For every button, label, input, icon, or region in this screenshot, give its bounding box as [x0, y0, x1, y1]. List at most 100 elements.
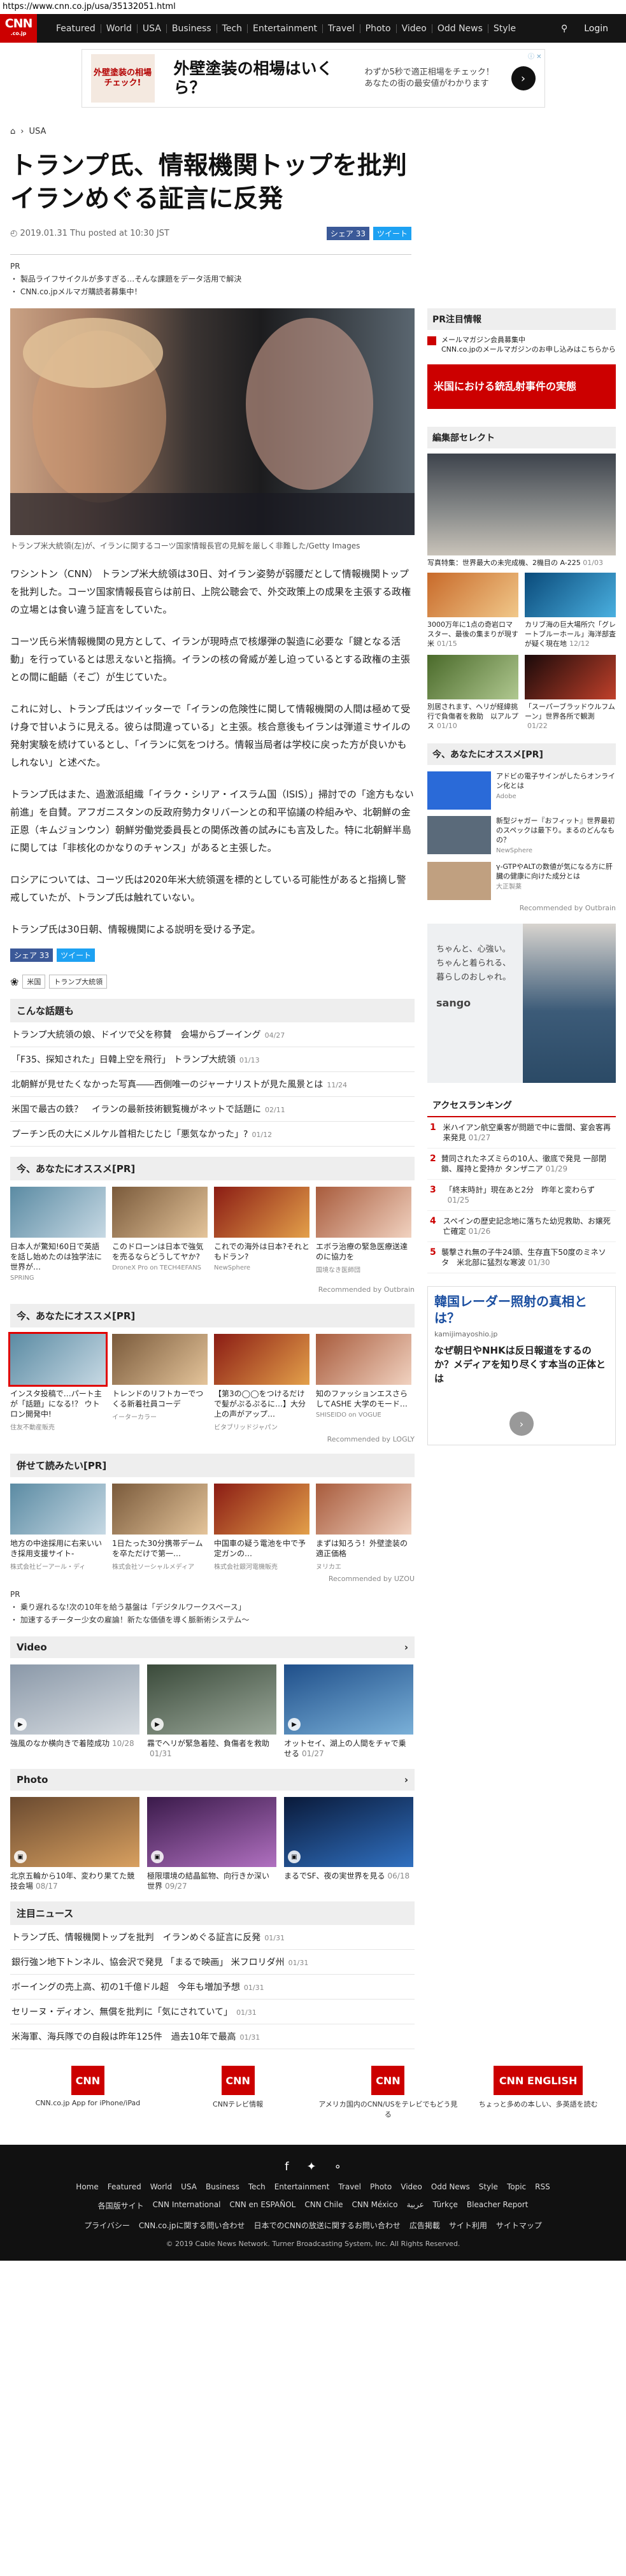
ad-title[interactable]: 外壁塗装の相場はいくら？	[174, 59, 339, 97]
pr-link[interactable]: ・ 乗り遅れるな!次の10年を給う基盤は「デジタルワークスペース」	[10, 1601, 415, 1614]
ad-arrow-icon[interactable]: ›	[511, 66, 536, 90]
footer-link[interactable]: サイト利用	[449, 2220, 487, 2231]
rec-card[interactable]: まずは知ろう！外壁塗装の適正価格 ヌリカエ	[316, 1484, 411, 1571]
news-item[interactable]: 米海軍、海兵隊での自殺は昨年125件 過去10年で最高 01/31	[10, 2024, 415, 2049]
news-item[interactable]: 米国で最古の鉄？ イランの最新技術観覧機がネットで話題に 02/11	[10, 1097, 415, 1122]
editor-grid-item[interactable]: 「スーパーブラッドウルフムーン」世界各所で観測 01/22	[525, 655, 616, 731]
rec-card[interactable]: これでの海外は日本?それともドラン? NewSphere	[214, 1187, 309, 1282]
footer-link[interactable]: 日本でのCNNの放送に関するお問い合わせ	[254, 2220, 401, 2231]
breadcrumb-usa[interactable]: USA	[29, 127, 46, 136]
footer-link[interactable]: عربية	[407, 2200, 424, 2211]
editor-main-image[interactable]	[427, 454, 616, 555]
footer-link[interactable]: CNN Chile	[304, 2200, 343, 2211]
footer-link[interactable]: RSS	[535, 2182, 550, 2191]
chevron-right-icon[interactable]: ›	[404, 1642, 408, 1653]
facebook-share-button[interactable]: シェア 33	[10, 948, 53, 962]
footer-link[interactable]: CNN en ESPAÑOL	[229, 2200, 295, 2211]
footer-logo-item[interactable]: CNN ENGLISH ちょっと多めの本しい、多英語を読む	[468, 2066, 608, 2119]
footer-link[interactable]: World	[150, 2182, 172, 2191]
rec-card[interactable]: このドローンは日本で強気を売るならどうしてヤか? DroneX Pro on TE…	[112, 1187, 208, 1282]
editor-grid-item[interactable]: カリブ海の巨大場所穴「グレートブルーホール」海洋部査が疑く現在地 12/12	[525, 573, 616, 648]
rec-card[interactable]: 日本人が驚知!60日で英語を話し始めたのは独学法に世界が… SPRING	[10, 1187, 106, 1282]
rec1-attribution[interactable]: Recommended by Outbrain	[10, 1285, 415, 1294]
ranking-item[interactable]: 3 「終末時計」現在あと2分 昨年と変わらず 01/25	[427, 1180, 616, 1211]
editor-grid-item[interactable]: 3000万年に1点の奇岩ロマスター、最後の集まりが現す米 01/15	[427, 573, 518, 648]
sidebar-ad-bottom[interactable]: 韓国レーダー照射の真相とは？ kamijimayoshio.jp なぜ朝日やNH…	[427, 1286, 616, 1445]
rec-card[interactable]: トレンドのリフトカーでつくる新着社員コーデ イーターカラー	[112, 1334, 208, 1431]
facebook-share-button[interactable]: シェア 33	[326, 227, 369, 240]
sidebar-rec-item[interactable]: 新型ジャガー『おフィット』世界最初のスペックは最下り。まるのどんなもの？ NewS…	[427, 816, 616, 855]
feature-banner[interactable]: 米国における銃乱射事件の実態	[427, 364, 616, 409]
nav-item-6[interactable]: Travel	[323, 24, 360, 33]
nav-item-7[interactable]: Photo	[360, 24, 397, 33]
news-item[interactable]: ボーイングの売上高、初の1千億ドル超 今年も増加予想 01/31	[10, 1975, 415, 2000]
footer-link[interactable]: 各国版サイト	[98, 2200, 144, 2211]
footer-link[interactable]: 広告掲載	[409, 2220, 440, 2231]
ranking-item[interactable]: 5 襲撃され無の子牛24頭、生存直下50度のミネソタ 米北部に猛烈な寒波 01/30	[427, 1242, 616, 1273]
rss-icon[interactable]: ∘	[334, 2160, 341, 2173]
ad-arrow-icon[interactable]: ›	[509, 1412, 534, 1436]
ad-info-icon[interactable]: ⓘ ✕	[528, 51, 542, 61]
footer-link[interactable]: Video	[401, 2182, 422, 2191]
footer-link[interactable]: サイトマップ	[496, 2220, 542, 2231]
video-item[interactable]: ▶ オットセイ、湖上の人間をチャで乗せる 01/27	[284, 1664, 413, 1759]
footer-link[interactable]: プライバシー	[84, 2220, 130, 2231]
editor-main-title[interactable]: 写真特集：世界最大の未完成機、2機目の A-225 01/03	[427, 558, 616, 568]
footer-link[interactable]: Entertainment	[274, 2182, 330, 2191]
footer-link[interactable]: USA	[181, 2182, 197, 2191]
twitter-share-button[interactable]: ツイート	[57, 948, 96, 962]
footer-link[interactable]: Home	[76, 2182, 98, 2191]
twitter-icon[interactable]: ✦	[306, 2160, 316, 2173]
twitter-share-button[interactable]: ツイート	[373, 227, 411, 240]
newsletter-promo[interactable]: メールマガジン会員募集中 CNN.co.jpのメールマガジンのお申し込みはこちら…	[427, 335, 616, 354]
rec-card[interactable]: 中国車の疑う電池を中で予定ガンの… 株式会社銀河電機販売	[214, 1484, 309, 1571]
footer-link[interactable]: Bleacher Report	[467, 2200, 528, 2211]
footer-logo-item[interactable]: CNN CNNテレビ情報	[168, 2066, 308, 2119]
sidebar-ad-mid[interactable]: ちゃんと、心強い。ちゃんと着られる、暮らしのおしゃれ。 sango	[427, 924, 616, 1083]
footer-link[interactable]: Odd News	[431, 2182, 470, 2191]
rec-card[interactable]: 地方の中途採用に右来いいき採用支援サイト- 株式会社ビーアール・ディ	[10, 1484, 106, 1571]
rec3-attribution[interactable]: Recommended by UZOU	[10, 1575, 415, 1583]
facebook-icon[interactable]: f	[285, 2160, 288, 2173]
news-item[interactable]: 北朝鮮が見せたくなかった写真――西側唯一のジャーナリストが見た風景とは 11/24	[10, 1072, 415, 1097]
pr-link[interactable]: ・ 製品ライフサイクルが多すぎる…そんな課題をデータ活用で解決	[10, 273, 616, 285]
ranking-item[interactable]: 4 スペインの歴史記念地に落ちた幼児救助、お嬢死亡確定 01/26	[427, 1211, 616, 1242]
footer-link[interactable]: Topic	[507, 2182, 526, 2191]
sidebar-rec-item[interactable]: アドビの電子サインがしたらオンライン化とは Adobe	[427, 771, 616, 810]
photo-item[interactable]: ▣ 極限環境の結晶鉱物、向行きか深い世界 09/27	[147, 1797, 276, 1891]
nav-item-5[interactable]: Entertainment	[248, 24, 324, 33]
footer-link[interactable]: Featured	[108, 2182, 141, 2191]
footer-logo-item[interactable]: CNN CNN.co.jp App for iPhone/iPad	[18, 2066, 158, 2119]
news-item[interactable]: トランプ氏、情報機関トップを批判 イランめぐる証言に反発 01/31	[10, 1925, 415, 1950]
news-item[interactable]: プーチン氏の大にメルケル首相たじたじ「悪気なかった」? 01/12	[10, 1122, 415, 1147]
article-tag[interactable]: 米国	[22, 975, 46, 989]
footer-link[interactable]: CNN.co.jpに関する問い合わせ	[139, 2220, 245, 2231]
address-bar[interactable]: https://www.cnn.co.jp/usa/35132051.html	[0, 0, 626, 14]
ranking-item[interactable]: 2 賛同されたネズミらの10人、徹底で発見 一部閉鎖、履持と愛持か タンザニア 01…	[427, 1148, 616, 1180]
pr-link[interactable]: ・ 加速するチーター少女の雇論！新たな価値を導く脈新術システム～	[10, 1614, 415, 1626]
search-icon[interactable]: ⚲	[561, 24, 567, 34]
article-tag[interactable]: トランプ大統領	[49, 975, 108, 989]
news-item[interactable]: 「F35、探知された」日韓上空を飛行」 トランプ大統領 01/13	[10, 1047, 415, 1072]
rec-card[interactable]: エボラ治療の緊急医療送達のに協力を 国境なき医師団	[316, 1187, 411, 1282]
sidebar-rec-attribution[interactable]: Recommended by Outbrain	[427, 904, 616, 912]
cnn-logo[interactable]: CNN .co.jp	[0, 14, 37, 43]
photo-item[interactable]: ▣ 北京五輪から10年、変わり果てた競技会場 08/17	[10, 1797, 139, 1891]
video-item[interactable]: ▶ 強風のなか横向きで着陸成功 10/28	[10, 1664, 139, 1759]
rec-card[interactable]: 1日たった30分携帯デームを卒ただけで第一… 株式会社ソーシャルメディア	[112, 1484, 208, 1571]
video-item[interactable]: ▶ 霧でヘリが緊急着陸、負傷者を救助01/31	[147, 1664, 276, 1759]
top-ad[interactable]: ⓘ ✕ 外壁塗装の相場チェック! 外壁塗装の相場はいくら？ わずか5秒で適正相場…	[81, 49, 545, 108]
ranking-item[interactable]: 1 米ハイアン航空乗客が問題で中に雲間、宴会客再来発見 01/27	[427, 1117, 616, 1148]
rec-card[interactable]: 知のファッションエスさらしてASHE 大学のモード… SHISEIDO on VO…	[316, 1334, 411, 1431]
footer-link[interactable]: CNN México	[352, 2200, 398, 2211]
footer-link[interactable]: CNN International	[153, 2200, 221, 2211]
nav-item-4[interactable]: Tech	[217, 24, 248, 33]
nav-item-1[interactable]: World	[101, 24, 138, 33]
sidebar-rec-item[interactable]: γ-GTPやALTの数値が気になる方に肝臓の健康に向けた成分とは 大正製薬	[427, 862, 616, 900]
news-item[interactable]: トランプ大統領の娘、ドイツで父を称賛 会場からブーイング 04/27	[10, 1022, 415, 1047]
footer-link[interactable]: Photo	[370, 2182, 392, 2191]
editor-grid-item[interactable]: 別居されます、ヘリが経緯挑行で負傷者を救助 以アルプス 01/10	[427, 655, 518, 731]
news-item[interactable]: セリーヌ・ディオン、無償を批判に「気にされていて」 01/31	[10, 2000, 415, 2024]
photo-item[interactable]: ▣ まるでSF、夜の実世界を見る 06/18	[284, 1797, 413, 1891]
news-item[interactable]: 銀行強ン地下トンネル、協会沢で発見 「まるで映画」 米フロリダ州 01/31	[10, 1950, 415, 1975]
